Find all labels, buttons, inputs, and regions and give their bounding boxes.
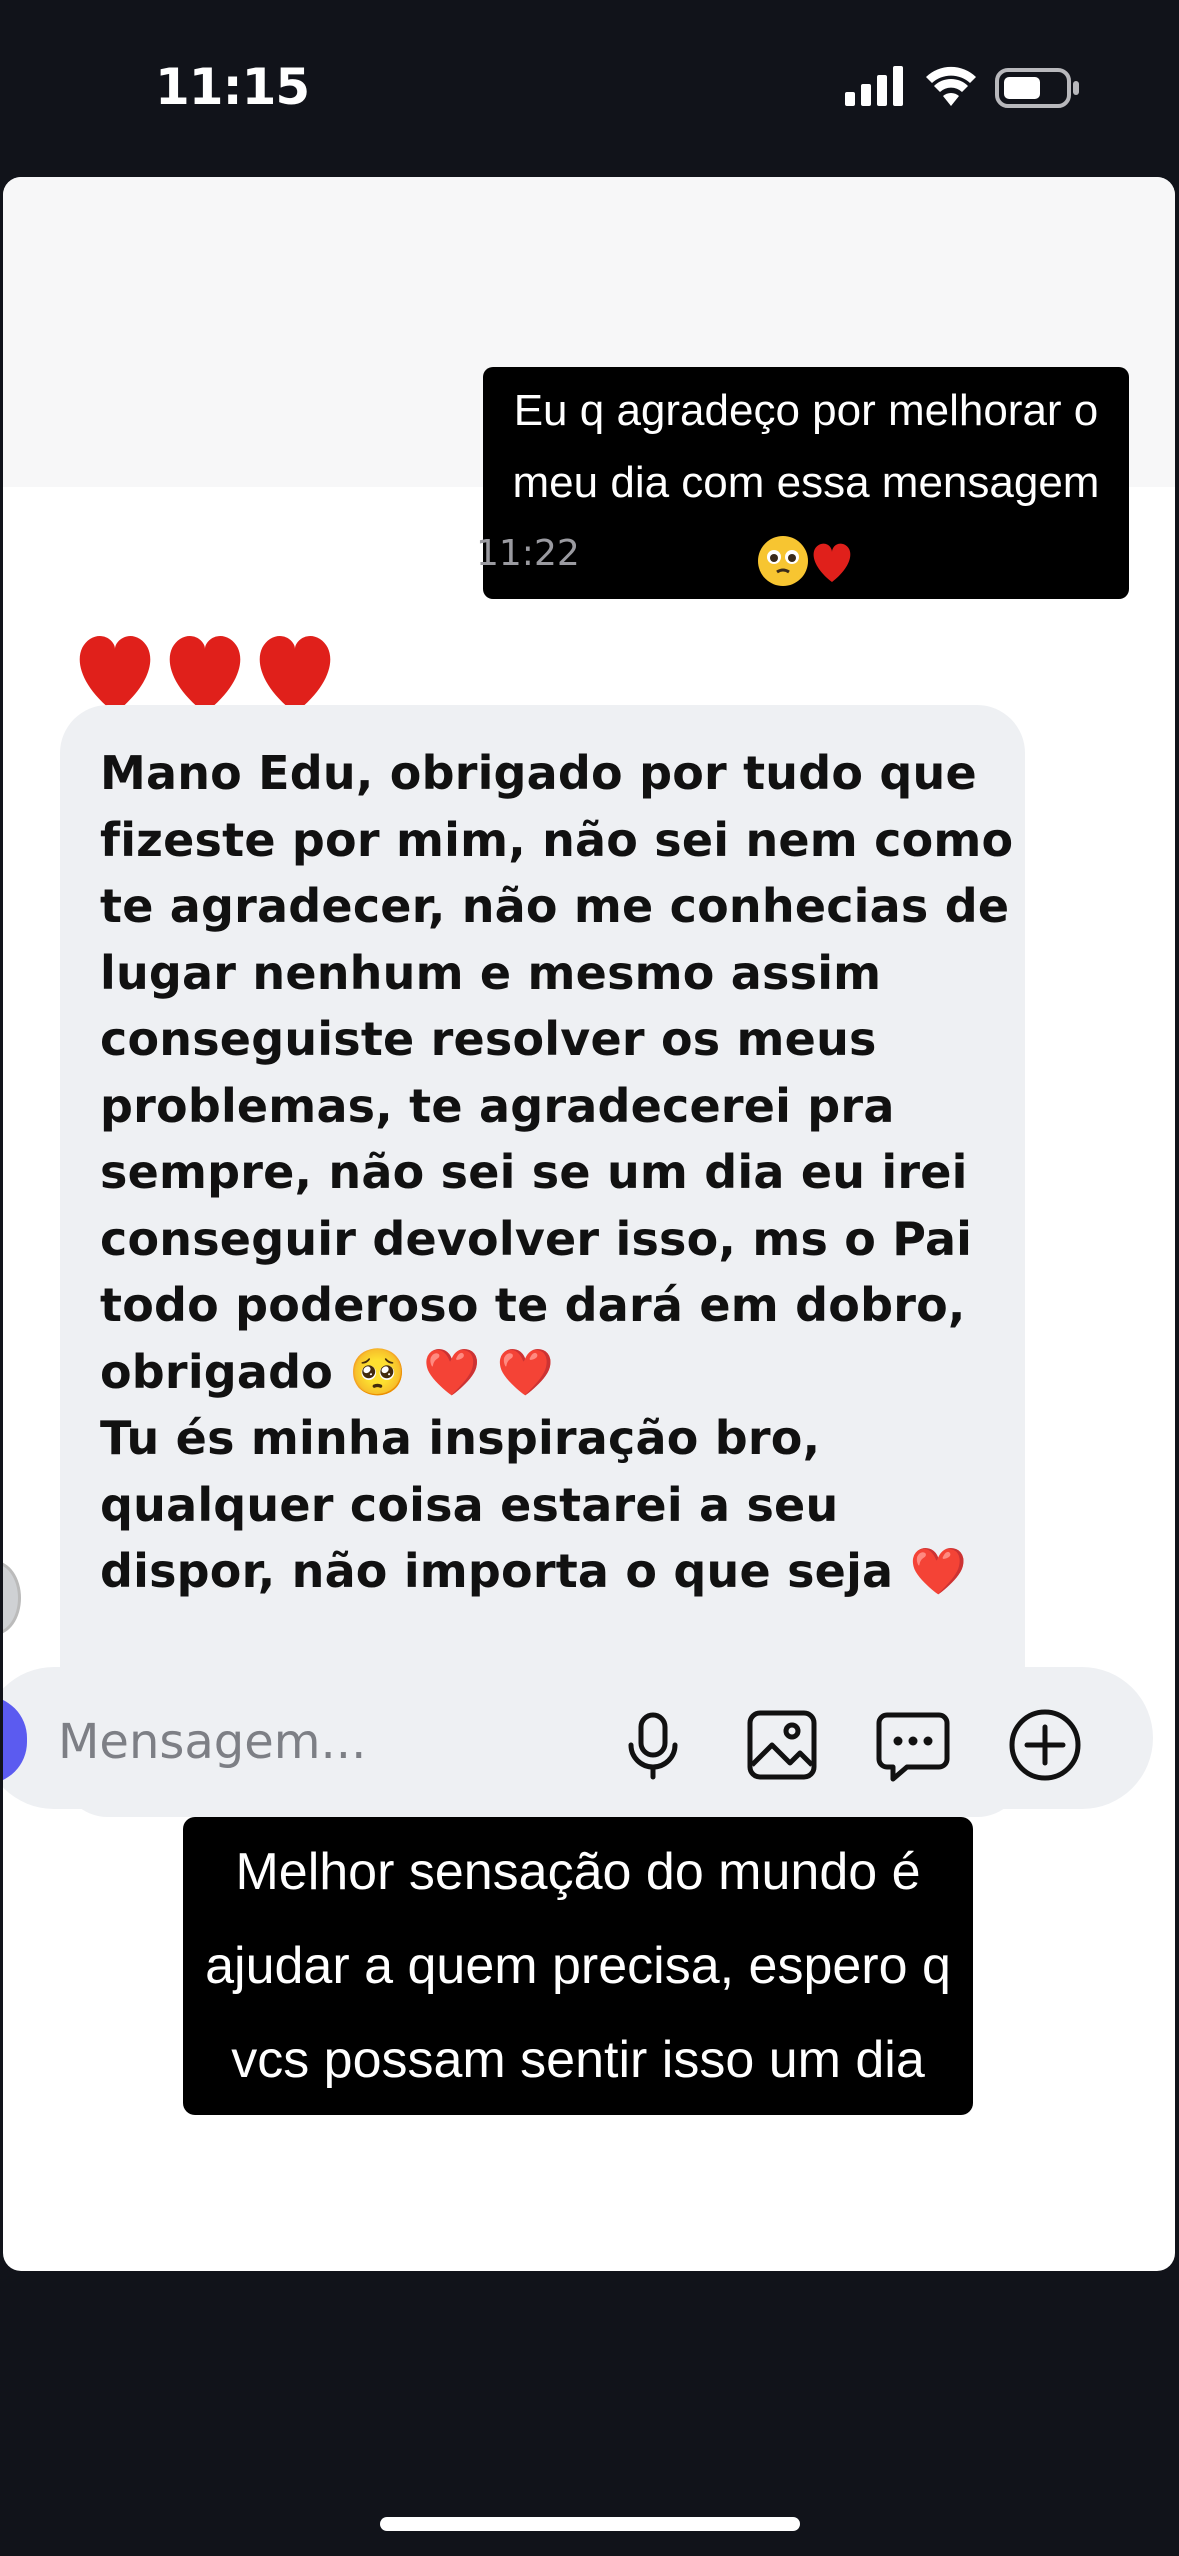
story-card: Eu q agradeço por melhorar o meu dia com…	[3, 177, 1175, 2271]
message-line: fizeste por mim, não sei nem como	[100, 812, 1014, 867]
sent-emoji-bubble	[731, 524, 885, 596]
overlay-caption: Melhor sensação do mundo é ajudar a quem…	[183, 1817, 973, 2115]
message-line: todo poderoso te dará em dobro,	[100, 1278, 966, 1332]
overlay-caption-line: vcs possam sentir isso um dia	[231, 2031, 925, 2089]
sticker-icon[interactable]	[873, 1705, 953, 1785]
received-message-bubble[interactable]: Mano Edu, obrigado por tudo que fizeste …	[60, 705, 1025, 1817]
microphone-icon[interactable]	[613, 1705, 693, 1785]
message-line: dispor, não importa o que seja ❤️	[100, 1544, 967, 1598]
sent-caption-line: Eu q agradeço por melhorar o	[513, 386, 1099, 435]
reaction-hearts-icon	[79, 636, 331, 713]
message-line: Tu és minha inspiração bro,	[100, 1411, 821, 1465]
message-line: Mano Edu, obrigado por tudo que	[100, 746, 977, 800]
message-timestamp: 11:22	[476, 533, 580, 574]
message-line: obrigado 🥺 ❤️ ❤️	[100, 1344, 555, 1399]
overlay-caption-line: Melhor sensação do mundo é	[235, 1843, 921, 1901]
message-line: lugar nenhum e mesmo assim	[100, 945, 882, 1000]
add-icon[interactable]	[1005, 1705, 1085, 1785]
received-message-text: Mano Edu, obrigado por tudo que fizeste …	[100, 740, 1014, 1605]
message-line: problemas, te agradecerei pra	[100, 1078, 895, 1133]
message-line: conseguir devolver isso, ms o Pai	[100, 1211, 973, 1266]
image-icon[interactable]	[742, 1705, 822, 1785]
cellular-signal-icon	[845, 66, 903, 106]
sender-avatar[interactable]	[3, 1561, 21, 1635]
message-line: sempre, não sei se um dia eu irei	[100, 1145, 968, 1199]
status-time: 11:15	[155, 58, 310, 116]
status-bar: 11:15	[0, 0, 1179, 175]
message-line: conseguiste resolver os meus	[100, 1012, 877, 1066]
message-input[interactable]: Mensagem...	[58, 1714, 366, 1770]
pleading-heart-emoji-icon	[758, 536, 851, 586]
home-indicator[interactable]	[380, 2517, 800, 2531]
message-line: te agradecer, não me conhecias de	[100, 879, 1010, 933]
message-line: qualquer coisa estarei a seu	[100, 1477, 839, 1532]
battery-icon	[995, 68, 1079, 108]
overlay-caption-line: ajudar a quem precisa, espero q	[205, 1937, 951, 1995]
wifi-icon	[926, 66, 976, 106]
